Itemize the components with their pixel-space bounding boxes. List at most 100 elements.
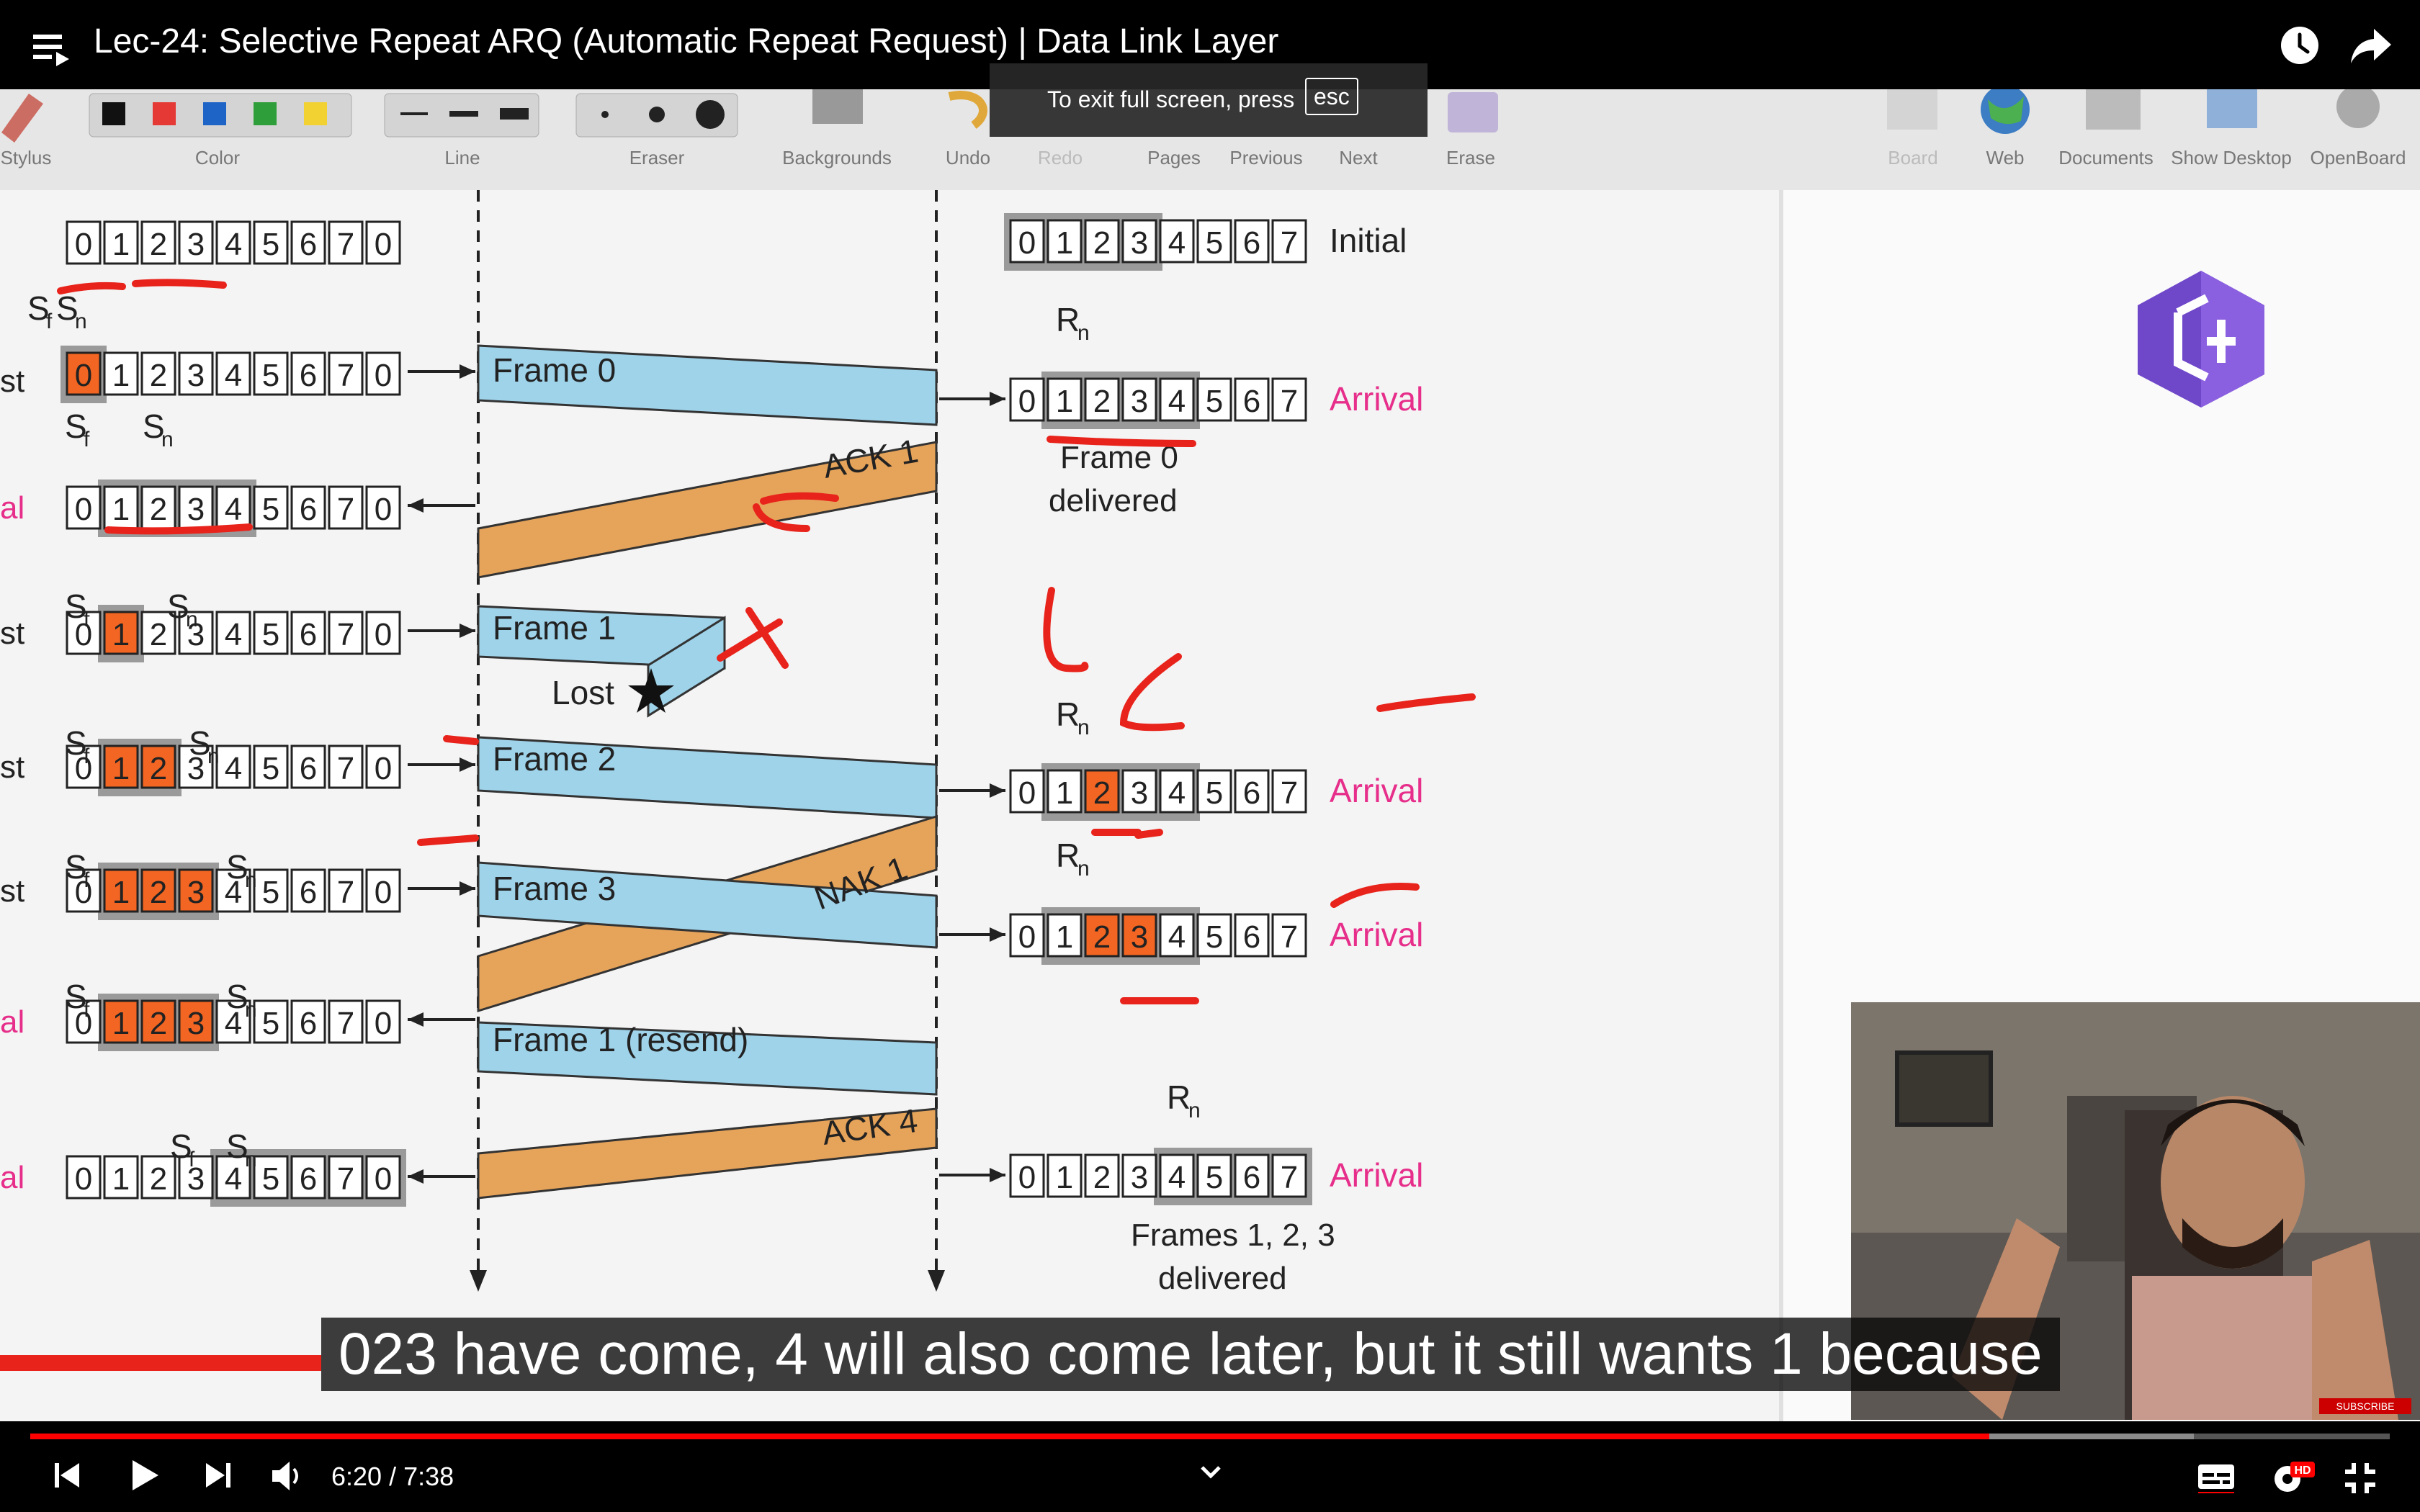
sender-event-label: al	[0, 490, 24, 526]
sender-window-0-digit: 3	[187, 227, 205, 262]
play-icon[interactable]	[128, 1459, 161, 1492]
sender-window-7-digit: 6	[300, 1161, 317, 1197]
sender-window-2-digit: 2	[150, 492, 167, 527]
sender-window-3-digit: 4	[225, 617, 242, 652]
sender-window-4-digit: 5	[262, 751, 279, 786]
sender-window-0-digit: 0	[75, 227, 92, 262]
sender-window-2-digit: 3	[187, 492, 205, 527]
sender-event-label: al	[0, 1160, 24, 1195]
toolbar-documents[interactable]: Documents	[2041, 147, 2171, 169]
wall-frame	[1895, 1050, 1993, 1127]
receiver-window-1-digit: 3	[1131, 384, 1148, 419]
sn-subscript: n	[245, 1148, 257, 1171]
frame1-label: Frame 1	[493, 609, 616, 647]
rn-subscript: n	[1077, 716, 1090, 739]
watch-later-icon[interactable]	[2279, 24, 2321, 66]
receiver-window-0-digit: 1	[1056, 225, 1073, 261]
share-icon[interactable]	[2349, 27, 2393, 65]
frames123-delivered-2: delivered	[1158, 1261, 1287, 1296]
red-annotation-8	[443, 735, 479, 745]
rn-subscript: n	[1188, 1099, 1201, 1122]
sender-window-3-digit: 2	[150, 617, 167, 652]
sender-window-6-digit: 0	[375, 1006, 392, 1041]
sender-window-4-digit: 0	[375, 751, 392, 786]
receiver-label-arrival: Arrival	[1330, 380, 1423, 418]
sn-subscript: n	[75, 310, 87, 333]
video-title[interactable]: Lec-24: Selective Repeat ARQ (Automatic …	[94, 22, 1278, 61]
receiver-window-4-digit: 1	[1056, 1160, 1073, 1195]
next-icon[interactable]	[205, 1462, 230, 1489]
toolbar-eraser[interactable]: Eraser	[592, 147, 722, 169]
sender-window-7-digit: 7	[337, 1161, 354, 1197]
frames123-delivered: Frames 1, 2, 3	[1131, 1218, 1335, 1253]
chevron-down-icon[interactable]	[1200, 1464, 1222, 1479]
toolbar-next[interactable]: Next	[1294, 147, 1423, 169]
toolbar-backgrounds[interactable]: Backgrounds	[772, 147, 902, 169]
time-display: 6:20 / 7:38	[331, 1462, 454, 1491]
red-annotation-4	[1043, 587, 1089, 672]
sender-event-label: st	[0, 364, 24, 399]
receiver-window-1-digit: 5	[1206, 384, 1223, 419]
sender-window-7-digit: 0	[375, 1161, 392, 1197]
sender-window-7-digit: 4	[225, 1161, 242, 1197]
toolbar-redo[interactable]: Redo	[995, 147, 1125, 169]
receiver-window-3-digit: 5	[1206, 919, 1223, 955]
receiver-window-3-digit: 2	[1093, 919, 1111, 955]
sender-window-5-digit: 1	[112, 875, 130, 910]
sender-window-0-digit: 4	[225, 227, 242, 262]
backgrounds-icon	[812, 89, 863, 124]
receiver-window-1-digit: 4	[1168, 384, 1186, 419]
sender-window-4-digit: 7	[337, 751, 354, 786]
rn-label: R	[1056, 696, 1080, 733]
receiver-window-1-digit: 6	[1243, 384, 1260, 419]
previous-icon[interactable]	[55, 1462, 81, 1489]
sender-window-0-digit: 5	[262, 227, 279, 262]
erase-icon	[1448, 92, 1498, 132]
toolbar-show-desktop[interactable]: Show Desktop	[2166, 147, 2296, 169]
toolbar-color[interactable]: Color	[153, 147, 282, 169]
hd-badge: HD	[2294, 1464, 2311, 1477]
sf-subscript: f	[84, 608, 90, 631]
sender-window-6-digit: 2	[150, 1006, 167, 1041]
red-annotation-0	[57, 279, 227, 294]
volume-icon[interactable]	[271, 1460, 305, 1492]
sender-window-5-digit: 2	[150, 875, 167, 910]
sender-window-3-digit: 5	[262, 617, 279, 652]
receiver-window-2-digit: 3	[1131, 775, 1148, 811]
sn-subscript: n	[245, 998, 257, 1022]
receiver-label-arrival: Arrival	[1330, 1156, 1423, 1194]
sn-subscript: n	[161, 428, 174, 451]
receiver-timeline-arrow	[928, 1270, 945, 1292]
sender-window-0-digit: 1	[112, 227, 130, 262]
sender-event-label: st	[0, 616, 24, 651]
frame0-delivered-2: delivered	[1049, 483, 1178, 518]
rn-subscript: n	[1077, 321, 1090, 345]
sender-window-2-digit: 0	[375, 492, 392, 527]
receiver-window-4-digit: 7	[1281, 1160, 1298, 1195]
playlist-icon[interactable]	[33, 32, 72, 68]
red-annotation-2	[1047, 436, 1196, 447]
toolbar-line[interactable]: Line	[398, 147, 527, 169]
exit-fullscreen-icon[interactable]	[2344, 1462, 2377, 1495]
toolbar-stylus[interactable]: Stylus	[0, 147, 91, 169]
sf-subscript: f	[189, 1148, 195, 1171]
sender-window-7-digit: 5	[262, 1161, 279, 1197]
toolbar-openboard[interactable]: OpenBoard	[2293, 147, 2420, 169]
sender-window-4-digit: 6	[300, 751, 317, 786]
caption-text: 023 have come, 4 will also come later, b…	[321, 1318, 2060, 1391]
receiver-window-4-digit: 6	[1243, 1160, 1260, 1195]
frame2-label: Frame 2	[493, 740, 616, 778]
arrive-arrow-4-head	[990, 1168, 1005, 1182]
subtitles-icon[interactable]	[2197, 1463, 2236, 1493]
settings-icon[interactable]: HD	[2269, 1459, 2315, 1498]
sf-subscript: f	[46, 310, 53, 333]
undo-icon	[948, 91, 987, 129]
toolbar-erase[interactable]: Erase	[1406, 147, 1536, 169]
sn-subscript: n	[245, 868, 257, 892]
sender-window-0-digit: 0	[375, 227, 392, 262]
receiver-window-4-digit: 2	[1093, 1160, 1111, 1195]
sender-window-1-digit: 6	[300, 358, 317, 393]
sender-window-2-digit: 5	[262, 492, 279, 527]
frame1-resend-label: Frame 1 (resend)	[493, 1021, 748, 1058]
sf-subscript: f	[84, 428, 90, 451]
